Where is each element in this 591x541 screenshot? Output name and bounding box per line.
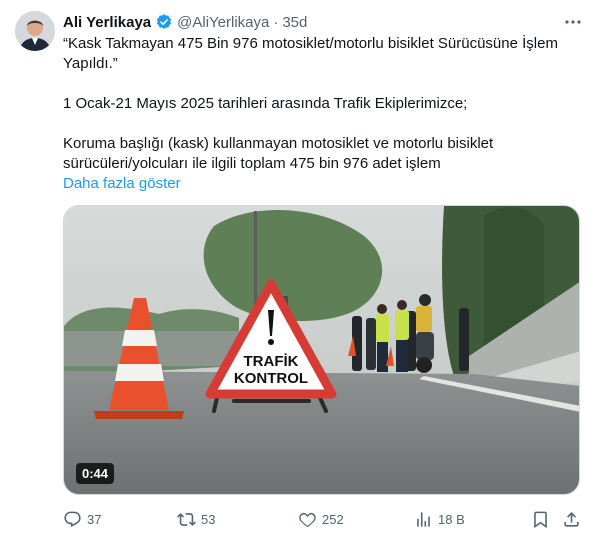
tweet-text: “Kask Takmayan 475 Bin 976 motosiklet/mo… <box>63 34 573 194</box>
share-icon <box>564 511 579 527</box>
separator-dot: · <box>273 13 279 31</box>
avatar[interactable] <box>15 11 55 51</box>
like-button[interactable]: 252 <box>298 507 344 531</box>
post-time[interactable]: 35d <box>282 14 307 31</box>
repost-icon <box>177 512 196 526</box>
views-icon <box>417 511 430 527</box>
author-row: Ali Yerlikaya @AliYerlikaya · 35d <box>63 12 307 32</box>
share-button[interactable] <box>562 507 581 531</box>
like-icon <box>299 512 316 527</box>
video-duration: 0:44 <box>76 463 115 484</box>
author-handle[interactable]: @AliYerlikaya <box>177 14 269 31</box>
like-count: 252 <box>322 511 344 527</box>
tweet-line: “Kask Takmayan 475 Bin 976 motosiklet/mo… <box>63 35 558 52</box>
tweet-line: Yapıldı.” <box>63 55 118 72</box>
repost-count: 53 <box>201 511 216 527</box>
show-more-link[interactable]: Daha fazla göster <box>63 174 573 194</box>
reply-button[interactable]: 37 <box>63 507 101 531</box>
reply-count: 37 <box>87 511 102 527</box>
action-bar: 37 53 252 18 B <box>63 507 583 531</box>
sign-text-line1: TRAFİK <box>244 353 299 370</box>
reply-icon <box>64 511 81 527</box>
video-player[interactable]: TRAFİK KONTROL 0:44 <box>63 205 580 495</box>
more-icon[interactable] <box>561 10 585 34</box>
tweet-line: sürücüleri/yolcuları ile ilgili toplam 4… <box>63 155 441 172</box>
bookmark-icon <box>534 511 547 528</box>
views-button[interactable]: 18 B <box>414 507 465 531</box>
author-name[interactable]: Ali Yerlikaya <box>63 14 151 31</box>
sign-text-line2: KONTROL <box>234 370 308 387</box>
verified-badge-icon <box>155 13 173 31</box>
tweet-line: 1 Ocak-21 Mayıs 2025 tarihleri arasında … <box>63 95 468 112</box>
tweet-line: Koruma başlığı (kask) kullanmayan motosi… <box>63 135 494 152</box>
bookmark-button[interactable] <box>531 507 550 531</box>
repost-button[interactable]: 53 <box>177 507 215 531</box>
views-count: 18 B <box>438 511 465 527</box>
